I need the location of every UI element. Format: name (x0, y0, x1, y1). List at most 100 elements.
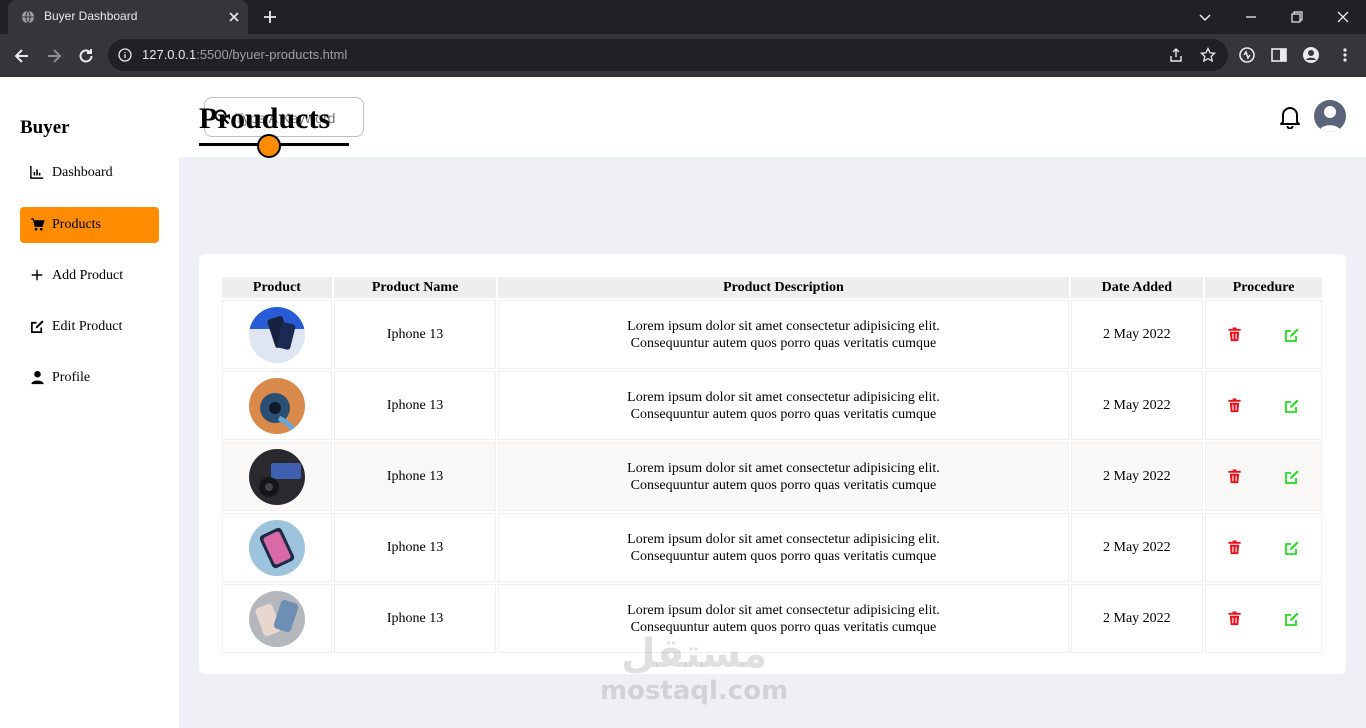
reload-icon[interactable] (76, 46, 96, 66)
product-image (248, 448, 305, 505)
procedure-cell (1205, 300, 1322, 369)
share-icon[interactable] (1168, 47, 1184, 63)
edit-icon (30, 319, 46, 335)
browser-tab[interactable]: Buyer Dashboard (8, 0, 248, 34)
table-row: Iphone 13 Lorem ipsum dolor sit amet cons… (222, 300, 1322, 369)
sidebar-item-label: Profile (52, 370, 91, 385)
close-tab-icon[interactable] (226, 9, 242, 25)
table-row: Iphone 13 Lorem ipsum dolor sit amet cons… (222, 513, 1322, 582)
sidebar-item-edit-product[interactable]: Edit Product (20, 309, 159, 345)
table-row: Iphone 13 Lorem ipsum dolor sit amet cons… (222, 442, 1322, 511)
date-added-cell: 2 May 2022 (1070, 371, 1204, 440)
product-name-cell: Iphone 13 (333, 584, 497, 653)
description-line: Lorem ipsum dolor sit amet consectetur a… (627, 531, 940, 547)
sidebar-item-label: Add Product (52, 268, 124, 283)
description-line: Lorem ipsum dolor sit amet consectetur a… (627, 318, 940, 334)
bell-icon[interactable] (1279, 105, 1301, 129)
title-underline-dot (257, 134, 281, 158)
extension-icon[interactable] (1238, 46, 1256, 64)
description-line: Consequuntur autem quos porro quas verit… (630, 477, 937, 493)
column-header-product-name: Product Name (333, 277, 497, 298)
sidebar-item-profile[interactable]: Profile (20, 360, 159, 396)
tab-title: Buyer Dashboard (44, 9, 138, 23)
menu-kebab-icon[interactable] (1336, 46, 1354, 64)
side-panel-icon[interactable] (1270, 46, 1288, 64)
url-text: 127.0.0.1:5500/byuer-products.html (142, 47, 348, 62)
column-header-product-description: Product Description (498, 277, 1069, 298)
procedure-cell (1205, 513, 1322, 582)
product-image (248, 590, 305, 647)
sidebar-item-add-product[interactable]: Add Product (20, 258, 159, 294)
trash-icon[interactable] (1227, 326, 1243, 343)
trash-icon[interactable] (1227, 610, 1243, 627)
top-header (179, 77, 1366, 157)
sidebar: Buyer Dashboard Products Add Product Edi… (0, 77, 179, 728)
product-cell (222, 442, 332, 511)
cart-icon (30, 217, 46, 233)
restore-icon[interactable] (1288, 8, 1306, 26)
edit-icon[interactable] (1284, 327, 1300, 343)
avatar[interactable] (1314, 100, 1346, 132)
forward-icon[interactable] (44, 46, 64, 66)
watermark-arabic: مستقل (620, 631, 768, 677)
product-name-cell: Iphone 13 (333, 513, 497, 582)
product-image (248, 306, 305, 363)
column-header-date-added: Date Added (1070, 277, 1204, 298)
info-icon[interactable] (118, 48, 132, 62)
description-line: Consequuntur autem quos porro quas verit… (630, 548, 937, 564)
globe-icon (21, 10, 35, 24)
user-icon (30, 370, 46, 386)
minimize-icon[interactable] (1242, 8, 1260, 26)
products-table: Product Product Name Product Description… (220, 275, 1324, 655)
column-header-procedure: Procedure (1205, 277, 1322, 298)
description-line: Lorem ipsum dolor sit amet consectetur a… (627, 389, 940, 405)
plus-icon (30, 268, 46, 284)
procedure-cell (1205, 584, 1322, 653)
sidebar-item-dashboard[interactable]: Dashboard (20, 155, 159, 191)
chart-icon (30, 165, 46, 181)
product-image (248, 377, 305, 434)
bookmark-star-icon[interactable] (1200, 47, 1216, 63)
procedure-cell (1205, 442, 1322, 511)
edit-icon[interactable] (1284, 398, 1300, 414)
sidebar-item-label: Products (52, 217, 101, 232)
close-window-icon[interactable] (1334, 8, 1352, 26)
edit-icon[interactable] (1284, 611, 1300, 627)
table-row: Iphone 13 Lorem ipsum dolor sit amet cons… (222, 371, 1322, 440)
trash-icon[interactable] (1227, 539, 1243, 556)
tab-search-chevron-icon[interactable] (1196, 8, 1214, 26)
product-description-cell: Lorem ipsum dolor sit amet consectetur a… (498, 300, 1069, 369)
sidebar-item-products[interactable]: Products (20, 207, 159, 243)
product-description-cell: Lorem ipsum dolor sit amet consectetur a… (498, 371, 1069, 440)
product-description-cell: Lorem ipsum dolor sit amet consectetur a… (498, 442, 1069, 511)
date-added-cell: 2 May 2022 (1070, 513, 1204, 582)
brand-title: Buyer (20, 117, 70, 138)
description-line: Lorem ipsum dolor sit amet consectetur a… (627, 460, 940, 476)
edit-icon[interactable] (1284, 540, 1300, 556)
trash-icon[interactable] (1227, 397, 1243, 414)
page-title: Prouducts (199, 102, 331, 135)
browser-toolbar: 127.0.0.1:5500/byuer-products.html (0, 34, 1366, 77)
procedure-cell (1205, 371, 1322, 440)
product-cell (222, 371, 332, 440)
product-name-cell: Iphone 13 (333, 442, 497, 511)
date-added-cell: 2 May 2022 (1070, 442, 1204, 511)
watermark: مستقل mostaql.com (600, 632, 788, 706)
trash-icon[interactable] (1227, 468, 1243, 485)
profile-icon[interactable] (1302, 46, 1320, 64)
address-bar[interactable]: 127.0.0.1:5500/byuer-products.html (108, 39, 1228, 71)
description-line: Consequuntur autem quos porro quas verit… (630, 406, 937, 422)
product-image (248, 519, 305, 576)
column-header-product: Product (222, 277, 332, 298)
date-added-cell: 2 May 2022 (1070, 300, 1204, 369)
product-name-cell: Iphone 13 (333, 371, 497, 440)
edit-icon[interactable] (1284, 469, 1300, 485)
new-tab-icon[interactable] (262, 9, 278, 25)
description-line: Lorem ipsum dolor sit amet consectetur a… (627, 602, 940, 618)
page-content: Buyer Dashboard Products Add Product Edi… (0, 77, 1366, 728)
product-cell (222, 300, 332, 369)
product-cell (222, 584, 332, 653)
product-cell (222, 513, 332, 582)
back-icon[interactable] (12, 46, 32, 66)
sidebar-item-label: Dashboard (52, 165, 113, 180)
